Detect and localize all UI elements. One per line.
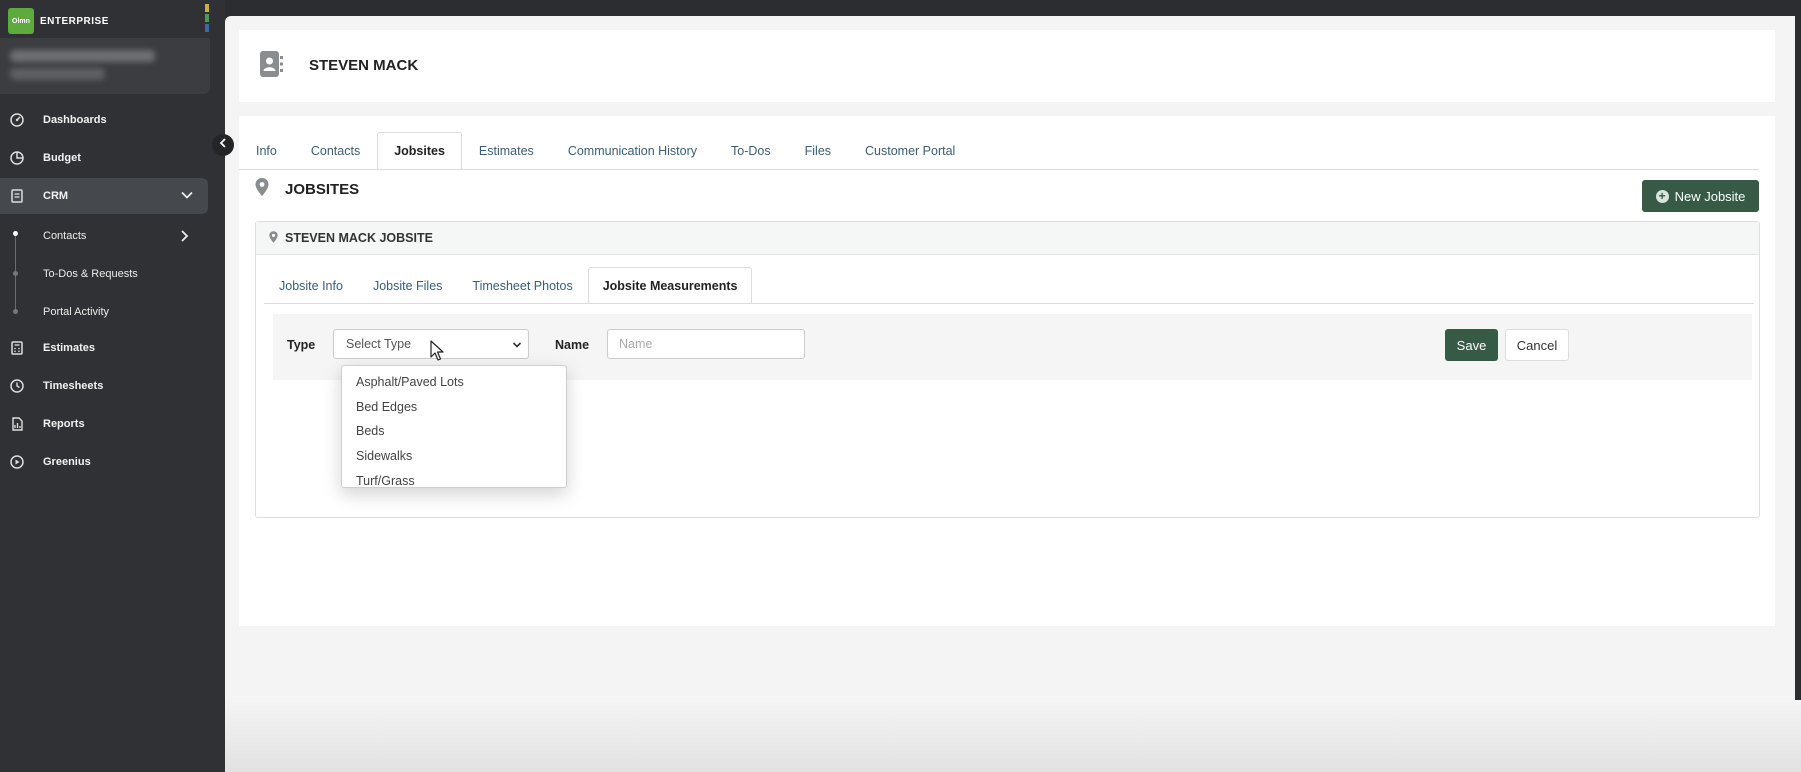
tabs-divider bbox=[239, 169, 1759, 170]
subtab-jobsite-measurements[interactable]: Jobsite Measurements bbox=[587, 267, 753, 304]
main-bottom-fade bbox=[225, 700, 1801, 772]
page-title: STEVEN MACK bbox=[309, 57, 419, 74]
type-option-sidewalks[interactable]: Sidewalks bbox=[342, 444, 566, 469]
sidebar-item-label: Dashboards bbox=[43, 114, 107, 126]
customer-tabs: Info Contacts Jobsites Estimates Communi… bbox=[239, 132, 972, 170]
account-detail-blurred bbox=[10, 68, 105, 80]
sidebar-item-label: Greenius bbox=[43, 456, 91, 468]
tab-customer-portal[interactable]: Customer Portal bbox=[848, 132, 972, 170]
crm-clipboard-icon bbox=[10, 189, 24, 203]
sidebar-subitem-todos[interactable]: To-Dos & Requests bbox=[0, 259, 208, 289]
top-strip bbox=[225, 0, 1801, 16]
calculator-icon bbox=[10, 341, 24, 355]
contact-book-icon bbox=[259, 50, 283, 78]
tab-jobsites[interactable]: Jobsites bbox=[377, 132, 462, 170]
sidebar-subitem-label: To-Dos & Requests bbox=[43, 268, 138, 280]
tab-estimates[interactable]: Estimates bbox=[462, 132, 551, 170]
report-icon bbox=[10, 417, 24, 431]
subtab-jobsite-files[interactable]: Jobsite Files bbox=[358, 267, 457, 304]
sidebar-item-crm[interactable]: CRM bbox=[0, 178, 208, 214]
brand-logo: Olmn bbox=[8, 8, 34, 34]
brand[interactable]: Olmn ENTERPRISE bbox=[8, 8, 109, 34]
plus-circle-icon: + bbox=[1655, 189, 1669, 203]
tab-files[interactable]: Files bbox=[788, 132, 848, 170]
sidebar-subitem-contacts[interactable]: Contacts bbox=[0, 221, 208, 251]
map-pin-icon bbox=[255, 178, 269, 201]
type-option-beds[interactable]: Beds bbox=[342, 419, 566, 444]
sidebar-item-budget[interactable]: Budget bbox=[0, 140, 208, 176]
type-option-turf-grass[interactable]: Turf/Grass bbox=[342, 468, 566, 493]
name-label: Name bbox=[555, 338, 590, 352]
sidebar-item-label: Reports bbox=[43, 418, 85, 430]
play-circle-icon bbox=[10, 455, 24, 469]
sidebar-subitem-label: Contacts bbox=[43, 230, 87, 242]
section-title: JOBSITES bbox=[285, 181, 360, 198]
pie-chart-icon bbox=[10, 151, 24, 165]
sidebar-collapse-button[interactable] bbox=[212, 134, 234, 156]
type-label: Type bbox=[287, 338, 316, 352]
mouse-cursor-icon bbox=[430, 340, 444, 367]
chevron-right-icon bbox=[178, 229, 190, 246]
account-name-blurred bbox=[10, 50, 155, 62]
map-pin-small-icon bbox=[269, 230, 278, 246]
sidebar-item-timesheets[interactable]: Timesheets bbox=[0, 368, 208, 404]
new-jobsite-label: New Jobsite bbox=[1674, 188, 1746, 204]
sidebar: Olmn ENTERPRISE Dashboards Budget CRM Co… bbox=[0, 0, 225, 772]
chevron-left-icon bbox=[217, 136, 229, 154]
subtabs-divider bbox=[264, 303, 1754, 304]
chevron-down-icon bbox=[512, 339, 522, 353]
tab-communication-history[interactable]: Communication History bbox=[551, 132, 714, 170]
save-button[interactable]: Save bbox=[1445, 329, 1498, 361]
brand-name: ENTERPRISE bbox=[40, 15, 109, 27]
jobsite-subtabs: Jobsite Info Jobsite Files Timesheet Pho… bbox=[264, 267, 753, 304]
clock-icon bbox=[10, 379, 24, 393]
brand-stripes bbox=[205, 4, 210, 36]
section-header: JOBSITES bbox=[255, 178, 359, 201]
sidebar-subitem-label: Portal Activity bbox=[43, 306, 110, 318]
new-jobsite-button[interactable]: + New Jobsite bbox=[1642, 180, 1759, 212]
account-switcher[interactable] bbox=[0, 38, 210, 94]
sidebar-item-label: CRM bbox=[43, 190, 69, 202]
type-option-asphalt[interactable]: Asphalt/Paved Lots bbox=[342, 370, 566, 395]
jobsite-title: STEVEN MACK JOBSITE bbox=[285, 231, 433, 245]
contact-header: STEVEN MACK bbox=[239, 30, 1775, 102]
tab-todos[interactable]: To-Dos bbox=[714, 132, 788, 170]
sidebar-subitem-portal-activity[interactable]: Portal Activity bbox=[0, 297, 208, 327]
cancel-button[interactable]: Cancel bbox=[1505, 329, 1569, 361]
tab-contacts[interactable]: Contacts bbox=[294, 132, 377, 170]
name-input[interactable] bbox=[607, 329, 805, 359]
subtab-timesheet-photos[interactable]: Timesheet Photos bbox=[457, 267, 587, 304]
subtab-jobsite-info[interactable]: Jobsite Info bbox=[264, 267, 358, 304]
sidebar-item-greenius[interactable]: Greenius bbox=[0, 444, 208, 480]
dashboard-icon bbox=[10, 113, 24, 127]
tab-info[interactable]: Info bbox=[239, 132, 294, 170]
type-select-value: Select Type bbox=[346, 337, 412, 351]
sidebar-item-reports[interactable]: Reports bbox=[0, 406, 208, 442]
sidebar-item-label: Estimates bbox=[43, 342, 95, 354]
sidebar-item-label: Timesheets bbox=[43, 380, 104, 392]
sidebar-item-estimates[interactable]: Estimates bbox=[0, 330, 208, 366]
jobsite-panel-header: STEVEN MACK JOBSITE bbox=[256, 222, 1759, 255]
type-dropdown-menu: Asphalt/Paved Lots Bed Edges Beds Sidewa… bbox=[341, 365, 567, 488]
sidebar-item-label: Budget bbox=[43, 152, 81, 164]
chevron-down-icon[interactable] bbox=[180, 188, 194, 205]
sidebar-item-dashboards[interactable]: Dashboards bbox=[0, 102, 208, 138]
type-option-bed-edges[interactable]: Bed Edges bbox=[342, 395, 566, 420]
